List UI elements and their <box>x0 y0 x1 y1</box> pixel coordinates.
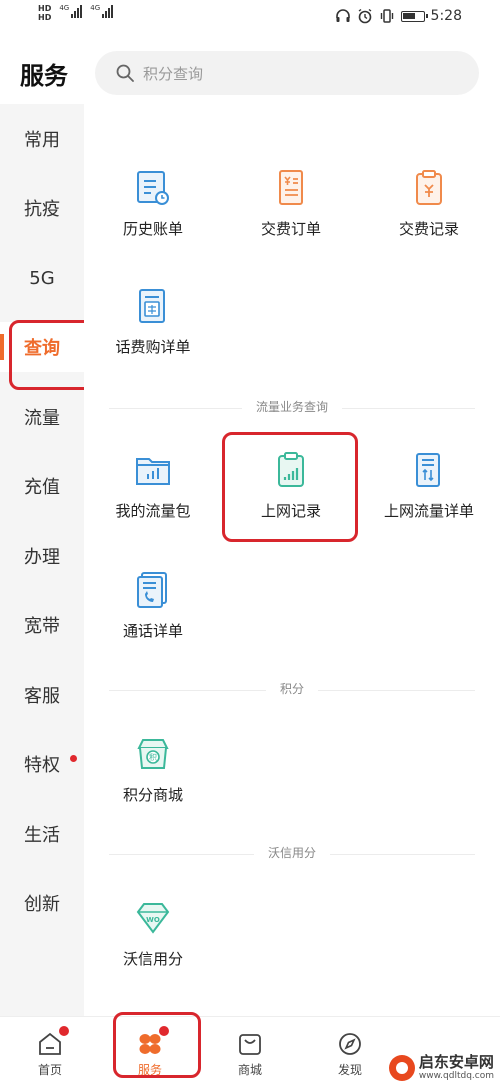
service-label: 沃信用分 <box>122 950 183 968</box>
sidebar-item-label: 客服 <box>24 686 60 707</box>
sidebar-item-label: 抗疫 <box>24 199 60 220</box>
shop-bag-icon <box>239 1034 261 1055</box>
sidebar-item-label: 充值 <box>24 477 60 498</box>
points-mall-icon: 积 <box>137 739 169 769</box>
data-detail-icon <box>416 453 440 487</box>
phone-purchase-detail-icon <box>139 289 165 323</box>
notification-dot <box>70 755 77 762</box>
service-payment-record[interactable]: 交费记录 <box>360 168 498 268</box>
page-title: 服务 <box>20 62 68 90</box>
service-wo-credit[interactable]: WO 沃信用分 <box>84 898 222 998</box>
highlight-box <box>113 1012 201 1078</box>
alarm-icon <box>358 8 371 24</box>
service-content: 历史账单 交费订单 交费记录 话费购详单 流量业务查询 我的流量包 上网记录 上… <box>84 104 500 1016</box>
sidebar-item-data[interactable]: 流量 <box>0 392 84 442</box>
watermark-text: 启东安卓网 www.qdltdq.com <box>418 1053 494 1082</box>
network-type: 4G <box>59 4 70 12</box>
sidebar-item-label: 办理 <box>24 547 60 568</box>
service-label: 积分商城 <box>122 786 183 804</box>
service-label: 上网流量详单 <box>383 502 474 520</box>
highlight-box <box>222 432 358 542</box>
sidebar-item-epidemic[interactable]: 抗疫 <box>0 183 84 233</box>
battery-icon <box>400 10 428 22</box>
wo-credit-icon: WO <box>136 903 170 934</box>
watermark-name: 启东安卓网 <box>418 1053 494 1071</box>
headphones-icon <box>335 9 350 22</box>
section-divider-traffic: 流量业务查询 <box>109 398 475 418</box>
watermark-url: www.qdltdq.com <box>418 1071 494 1081</box>
section-divider-wo-credit: 沃信用分 <box>109 844 475 864</box>
sidebar-item-privilege[interactable]: 特权 <box>0 739 84 789</box>
sidebar-item-life[interactable]: 生活 <box>0 809 84 859</box>
status-left: HD HD 4G 4G <box>38 4 114 22</box>
tab-label: 首页 <box>37 1063 62 1077</box>
service-label: 话费购详单 <box>115 338 191 356</box>
sidebar-item-label: 流量 <box>24 408 60 429</box>
service-call-detail[interactable]: 通话详单 <box>84 570 222 670</box>
sidebar-item-recharge[interactable]: 充值 <box>0 461 84 511</box>
status-bar: HD HD 4G 4G 5:28 <box>0 0 500 38</box>
bill-history-icon <box>137 171 169 205</box>
hd-badges: HD HD <box>38 4 51 22</box>
signal-icon: 4G <box>59 4 83 18</box>
status-right: 5:28 <box>335 8 462 24</box>
tab-discover[interactable]: 发现 <box>300 1017 400 1085</box>
notification-dot <box>58 1025 70 1037</box>
service-label: 历史账单 <box>122 220 183 238</box>
section-title: 积分 <box>265 680 319 697</box>
compass-icon <box>339 1033 361 1055</box>
hd-badge: HD <box>38 13 52 22</box>
sidebar-item-broadband[interactable]: 宽带 <box>0 600 84 650</box>
header: 服务 积分查询 <box>0 46 500 102</box>
tab-home[interactable]: 首页 <box>0 1017 100 1085</box>
tab-label: 发现 <box>337 1063 362 1077</box>
service-label: 交费记录 <box>398 220 459 238</box>
sidebar-item-5g[interactable]: 5G <box>0 253 84 303</box>
service-points-mall[interactable]: 积 积分商城 <box>84 734 222 834</box>
service-payment-order[interactable]: 交费订单 <box>222 168 360 268</box>
search-placeholder: 积分查询 <box>143 64 204 83</box>
data-package-icon <box>136 458 170 485</box>
tab-label: 商城 <box>237 1063 262 1077</box>
sidebar-item-label: 常用 <box>24 130 60 151</box>
sidebar-item-common[interactable]: 常用 <box>0 114 84 164</box>
section-title: 沃信用分 <box>253 844 331 861</box>
vibrate-icon <box>380 9 393 23</box>
service-data-package[interactable]: 我的流量包 <box>84 450 222 550</box>
service-data-detail[interactable]: 上网流量详单 <box>360 450 498 550</box>
svg-text:积: 积 <box>149 752 157 762</box>
watermark: 启东安卓网 www.qdltdq.com <box>388 1053 494 1082</box>
payment-order-icon <box>279 170 303 205</box>
service-phone-purchase-detail[interactable]: 话费购详单 <box>84 286 222 386</box>
search-input[interactable]: 积分查询 <box>95 51 479 95</box>
sidebar-item-label: 宽带 <box>24 616 60 637</box>
sidebar-item-customer-service[interactable]: 客服 <box>0 670 84 720</box>
sidebar-item-label: 特权 <box>24 755 60 776</box>
section-title: 流量业务查询 <box>241 398 343 415</box>
hd-badge: HD <box>38 4 52 13</box>
tab-shop[interactable]: 商城 <box>200 1017 300 1085</box>
category-sidebar: 常用 抗疫 5G 查询 流量 充值 办理 宽带 客服 特权 生活 创新 <box>0 104 84 1016</box>
watermark-logo-icon <box>388 1054 415 1081</box>
sidebar-item-label: 创新 <box>24 894 60 915</box>
svg-text:WO: WO <box>146 916 160 924</box>
call-detail-icon <box>137 572 167 608</box>
signal-icon: 4G <box>90 4 114 18</box>
bottom-tab-bar: 首页 服务 商城 发现 启东安卓网 www.qdltdq.com <box>0 1016 500 1085</box>
service-label: 我的流量包 <box>115 502 191 520</box>
payment-record-icon <box>416 170 442 205</box>
sidebar-item-label: 生活 <box>24 825 60 846</box>
sidebar-item-handle[interactable]: 办理 <box>0 531 84 581</box>
service-bill-history[interactable]: 历史账单 <box>84 168 222 268</box>
section-divider-points: 积分 <box>109 680 475 700</box>
network-type: 4G <box>90 4 101 12</box>
service-label: 通话详单 <box>122 622 183 640</box>
sidebar-item-label: 5G <box>29 267 55 289</box>
search-icon <box>116 64 134 82</box>
service-label: 交费订单 <box>260 220 321 238</box>
clock: 5:28 <box>430 8 462 24</box>
sidebar-item-innovation[interactable]: 创新 <box>0 878 84 928</box>
